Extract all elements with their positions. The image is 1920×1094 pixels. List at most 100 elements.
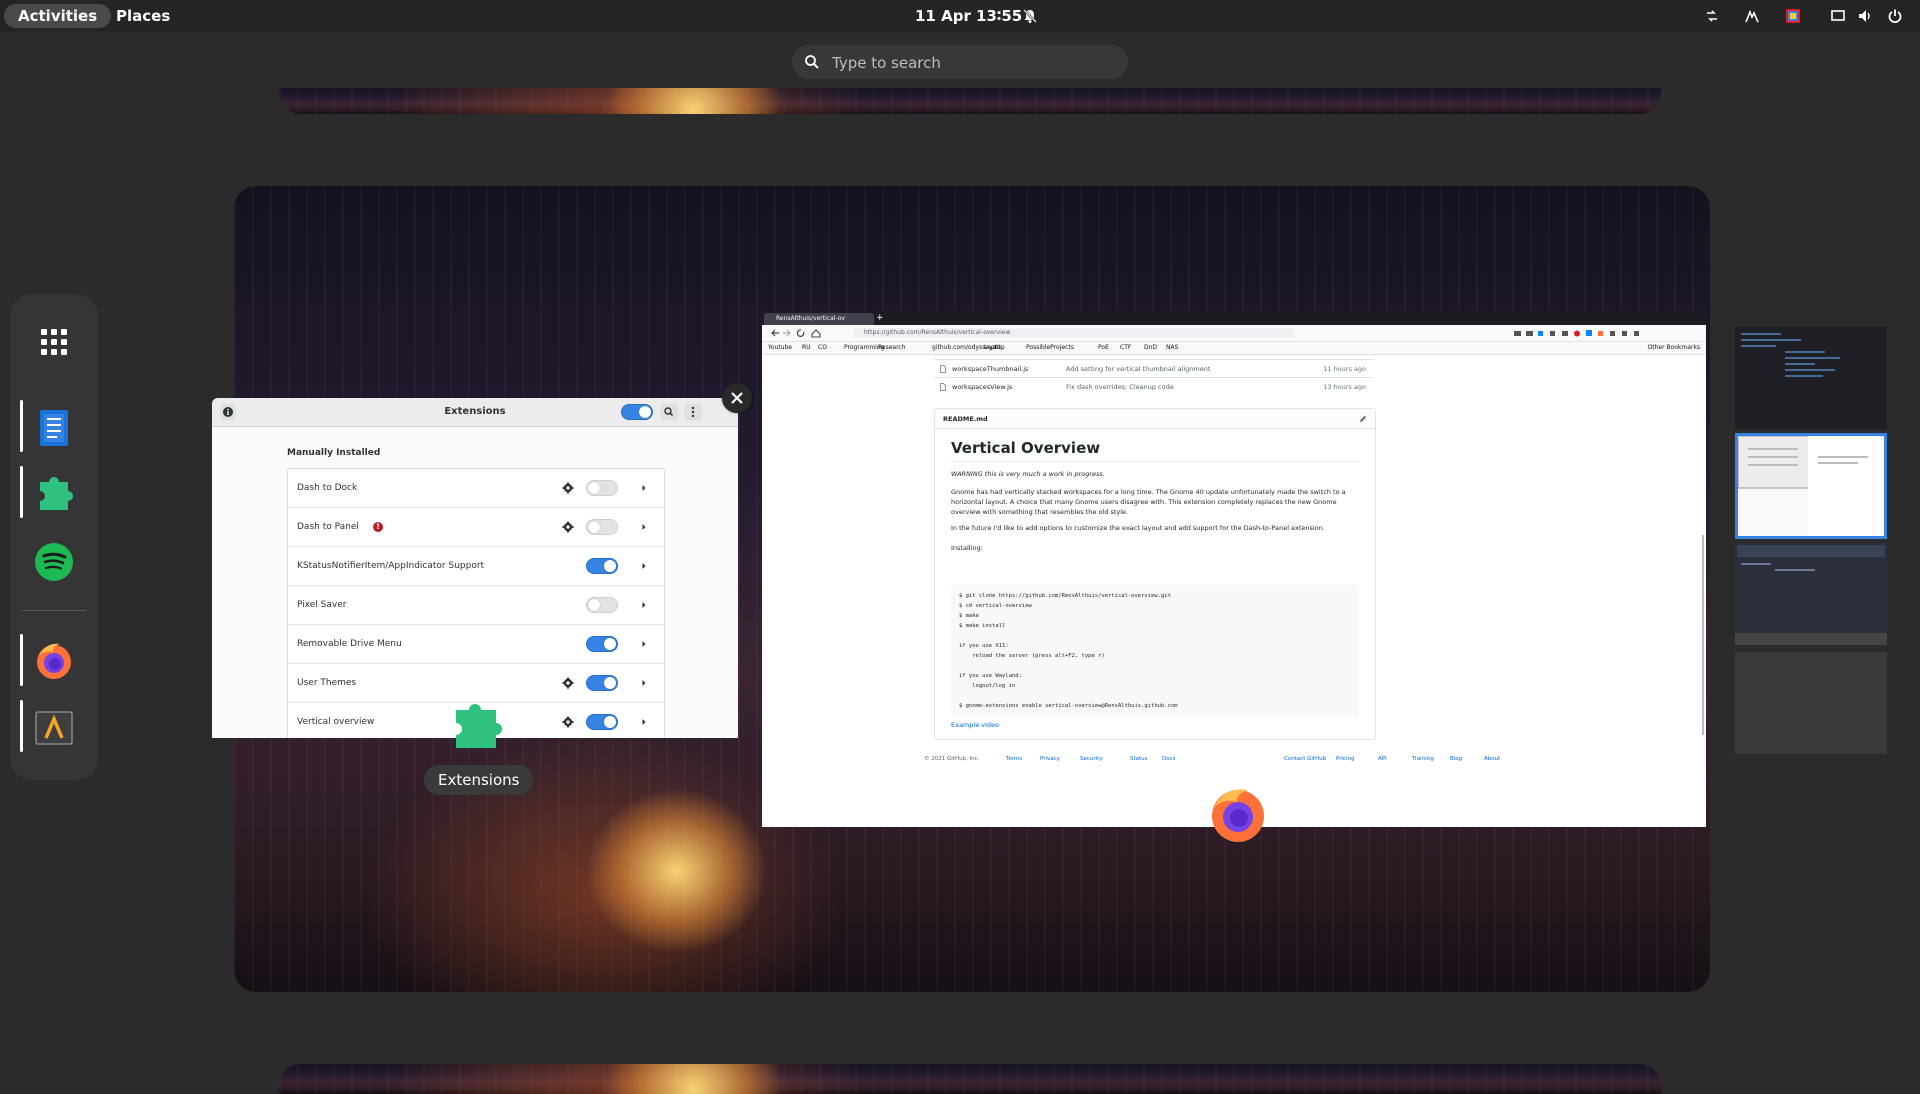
extension-toggle[interactable] [586,480,618,496]
screen-icon[interactable] [1830,8,1846,24]
bookmark-item[interactable]: Research [878,342,906,354]
footer-link[interactable]: Training [1412,749,1434,769]
running-indicator [20,634,23,686]
tab-github[interactable]: RensAlthuis/vertical-ov [764,313,874,325]
places-menu[interactable]: Places [102,4,184,28]
terminal-icon[interactable] [26,700,82,756]
wifi-icon[interactable] [1744,8,1760,24]
toolbar-extensions-icon[interactable] [1512,325,1702,341]
workspace-thumbnail-2[interactable] [1735,433,1887,539]
extension-toggle[interactable] [586,675,618,691]
footer-link[interactable]: Terms [1006,749,1022,769]
spotify-icon[interactable] [26,534,82,590]
bookmark-item[interactable]: PoE [1098,342,1109,354]
extension-toggle[interactable] [586,519,618,535]
edit-pencil-icon[interactable] [1359,415,1367,423]
gear-icon[interactable] [562,482,574,494]
chevron-right-icon[interactable] [638,638,650,650]
footer-link[interactable]: Security [1080,749,1103,769]
bookmark-item[interactable]: Youtube [768,342,792,354]
commit-message[interactable]: Add setting for vertical thumbnail align… [1066,360,1210,378]
file-row[interactable]: workspaceThumbnail.js Add setting for ver… [934,359,1374,378]
extension-row[interactable]: KStatusNotifierItem/AppIndicator Support [288,547,664,586]
nav-buttons-icon[interactable] [766,325,846,341]
chevron-right-icon[interactable] [638,716,650,728]
firefox-window[interactable]: RensAlthuis/vertical-ov + https://github… [762,312,1706,827]
commit-message[interactable]: Fix dash overrides; Cleanup code [1066,378,1174,396]
extension-toggle[interactable] [586,636,618,652]
url-bar[interactable]: https://github.com/RensAlthuis/vertical-… [854,328,1294,338]
scrollbar[interactable] [1702,535,1704,735]
chevron-right-icon[interactable] [638,677,650,689]
extension-toggle[interactable] [586,597,618,613]
search-bar[interactable] [792,45,1128,81]
github-page: workspaceThumbnail.js Add setting for ver… [762,355,1706,827]
color-picker-icon[interactable] [1785,8,1801,24]
chevron-right-icon[interactable] [638,521,650,533]
extension-name: Dash to Dock [297,483,358,493]
footer-link[interactable]: Blog [1450,749,1462,769]
menu-button[interactable] [684,404,702,420]
clock[interactable]: 11 Apr 13∶55 [915,0,1022,32]
example-video-link[interactable]: Example video [951,721,999,729]
bookmark-item[interactable]: RU [802,342,811,354]
readme-filename[interactable]: README.md [935,409,1375,429]
extension-name: Vertical overview [297,717,375,727]
network-icon[interactable] [1704,8,1720,24]
workspace-thumbnail-3[interactable] [1735,543,1887,645]
notifications-muted-icon[interactable] [1022,8,1038,24]
footer-link[interactable]: About [1484,749,1500,769]
footer-link[interactable]: Status [1130,749,1148,769]
workspace-previous[interactable] [279,88,1661,114]
footer-link[interactable]: API [1378,749,1387,769]
bookmark-item[interactable]: NAS [1166,342,1178,354]
gear-icon[interactable] [562,677,574,689]
workspace-thumbnail-4[interactable] [1735,652,1887,754]
gear-icon[interactable] [562,716,574,728]
top-bar: Activities Places 11 Apr 13∶55 [0,0,1920,32]
close-window-button[interactable] [722,383,752,413]
extension-row[interactable]: Dash to Dock [288,469,664,508]
file-row[interactable]: workspacesView.js Fix dash overrides; Cle… [934,377,1374,396]
new-tab-icon[interactable]: + [876,312,884,325]
footer-link[interactable]: Contact GitHub [1284,749,1326,769]
extension-row[interactable]: Removable Drive Menu [288,625,664,664]
master-extensions-toggle[interactable] [621,404,653,420]
file-name[interactable]: workspacesView.js [952,378,1012,396]
file-name[interactable]: workspaceThumbnail.js [952,360,1028,378]
commit-age: 13 hours ago [1323,383,1366,391]
app-grid-icon[interactable] [26,314,82,370]
chevron-right-icon[interactable] [638,482,650,494]
other-bookmarks-button[interactable]: Other Bookmarks [1648,342,1700,354]
puzzle-icon[interactable] [26,466,82,522]
footer-link[interactable]: Docs [1162,749,1176,769]
search-icon [664,407,674,417]
extension-row[interactable]: Pixel Saver [288,586,664,625]
bookmark-item[interactable]: Laptop [984,342,1005,354]
footer-link[interactable]: Pricing [1336,749,1355,769]
gear-icon[interactable] [562,521,574,533]
chevron-right-icon[interactable] [638,599,650,611]
workspace-next[interactable] [279,1064,1661,1094]
extension-name: Removable Drive Menu [297,639,402,649]
chevron-right-icon[interactable] [638,560,650,572]
extension-toggle[interactable] [586,714,618,730]
search-icon [804,54,820,70]
search-input[interactable] [830,45,1114,81]
text-editor-icon[interactable] [26,400,82,456]
bookmark-item[interactable]: CO [818,342,827,354]
extensions-window[interactable]: Extensions Manually Installed Dash to Do… [212,398,738,738]
search-button[interactable] [660,404,678,420]
readme-paragraph: Gnome has had vertically stacked workspa… [951,488,1346,516]
extension-row[interactable]: Dash to Panel! [288,508,664,547]
activities-button[interactable]: Activities [4,4,112,28]
workspace-thumbnail-1[interactable] [1735,327,1887,429]
firefox-icon[interactable] [26,632,82,688]
bookmark-item[interactable]: DnD [1144,342,1157,354]
power-icon[interactable] [1887,8,1903,24]
extension-toggle[interactable] [586,558,618,574]
bookmark-item[interactable]: PossibleProjects [1026,342,1074,354]
volume-icon[interactable] [1857,8,1873,24]
footer-link[interactable]: Privacy [1040,749,1060,769]
bookmark-item[interactable]: CTF [1120,342,1131,354]
